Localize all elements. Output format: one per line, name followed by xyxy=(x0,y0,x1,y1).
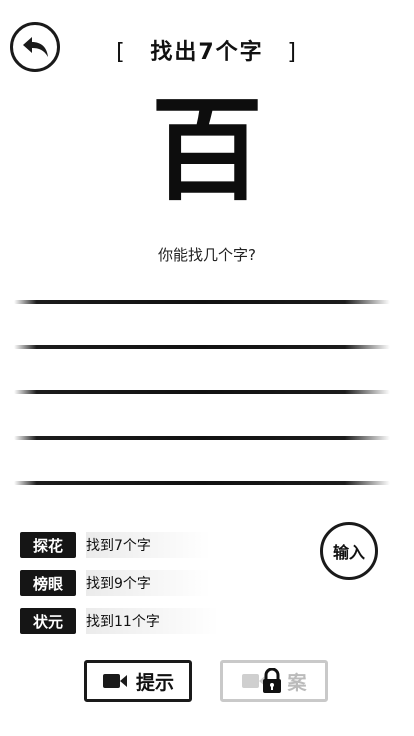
rank-row-zhuangyuan: 状元 找到11个字 xyxy=(20,608,220,634)
rank-desc: 找到9个字 xyxy=(86,570,211,596)
hint-button-label: 提示 xyxy=(135,671,174,694)
answer-line-1 xyxy=(14,300,390,304)
hint-button[interactable]: 提示 xyxy=(84,660,192,702)
rank-badge: 榜眼 xyxy=(20,570,76,596)
answer-line-4 xyxy=(14,436,390,440)
title-text: 找出7个字 xyxy=(150,40,264,65)
input-button[interactable]: 输入 xyxy=(320,522,378,580)
puzzle-character: 百 xyxy=(151,85,263,216)
rank-badge: 探花 xyxy=(20,532,76,558)
video-camera-icon xyxy=(102,672,128,690)
page-title: [ 找出7个字 ] xyxy=(0,34,414,66)
answer-button[interactable]: 案 xyxy=(220,660,328,702)
title-bracket-left: [ xyxy=(116,40,127,65)
title-bracket-right: ] xyxy=(287,40,298,65)
rank-row-bangyan: 榜眼 找到9个字 xyxy=(20,570,211,596)
answer-button-label: 案 xyxy=(287,671,307,694)
answer-line-5 xyxy=(14,481,390,485)
rank-row-tanhua: 探花 找到7个字 xyxy=(20,532,211,558)
rank-badge: 状元 xyxy=(20,608,76,634)
answer-line-2 xyxy=(14,345,390,349)
rank-desc: 找到7个字 xyxy=(86,532,211,558)
answer-line-3 xyxy=(14,390,390,394)
lock-icon xyxy=(261,668,283,694)
puzzle-question: 你能找几个字? xyxy=(158,246,256,264)
rank-desc: 找到11个字 xyxy=(86,608,220,634)
